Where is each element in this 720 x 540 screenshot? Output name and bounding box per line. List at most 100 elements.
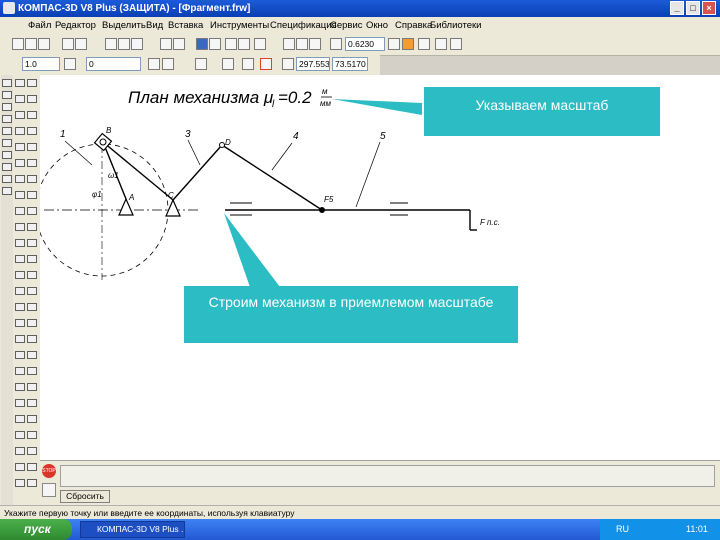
help-icon[interactable]: [254, 38, 266, 50]
print-icon[interactable]: [62, 38, 74, 50]
menu-insert[interactable]: Вставка: [168, 20, 203, 31]
menu-help[interactable]: Справка: [395, 20, 432, 31]
line-icon[interactable]: [27, 79, 37, 87]
open-file-icon[interactable]: [25, 38, 37, 50]
menu-file[interactable]: Файл: [28, 20, 51, 31]
point-icon[interactable]: [15, 79, 25, 87]
language-indicator[interactable]: RU: [616, 524, 629, 534]
select-panel-icon[interactable]: [2, 151, 12, 159]
text-icon[interactable]: [15, 271, 25, 279]
bisector-icon[interactable]: [15, 239, 25, 247]
symbols-panel-icon[interactable]: [2, 103, 12, 111]
aux-line-icon[interactable]: [27, 95, 37, 103]
command-parameters[interactable]: [60, 465, 715, 487]
menu-view[interactable]: Вид: [146, 20, 163, 31]
insert-panel-icon[interactable]: [2, 187, 12, 195]
chamfer-icon[interactable]: [27, 159, 37, 167]
trim-icon[interactable]: [15, 415, 25, 423]
maximize-button[interactable]: □: [686, 1, 700, 15]
stop-button[interactable]: STOP: [42, 464, 56, 478]
grid-icon[interactable]: [195, 58, 207, 70]
polyline-icon[interactable]: [27, 191, 37, 199]
zoom-out-icon[interactable]: [296, 38, 308, 50]
fillet-icon[interactable]: [15, 159, 25, 167]
copy-icon[interactable]: [118, 38, 130, 50]
circle-icon[interactable]: [15, 111, 25, 119]
refresh-icon[interactable]: [435, 38, 447, 50]
wave-line-icon[interactable]: [15, 351, 25, 359]
minimize-button[interactable]: _: [670, 1, 684, 15]
polygon-icon[interactable]: [15, 143, 25, 151]
extend-icon[interactable]: [27, 415, 37, 423]
zoom-scale-input[interactable]: 0.6230: [345, 37, 385, 51]
print-preview-icon[interactable]: [75, 38, 87, 50]
arrow-view-icon[interactable]: [27, 319, 37, 327]
zoom-dropdown-icon[interactable]: [388, 38, 400, 50]
properties-icon[interactable]: [209, 38, 221, 50]
deform-icon[interactable]: [27, 463, 37, 471]
ortho-icon[interactable]: [242, 58, 254, 70]
redo-icon[interactable]: [173, 38, 185, 50]
menu-libraries[interactable]: Библиотеки: [430, 20, 481, 31]
zoom-scale-icon[interactable]: [330, 38, 342, 50]
new-file-icon[interactable]: [12, 38, 24, 50]
copy-objects-icon[interactable]: [15, 463, 25, 471]
parametrization-panel-icon[interactable]: [2, 127, 12, 135]
drawing-canvas[interactable]: План механизма μ l =0.2 м мм 1 3 4 5 B A…: [40, 75, 720, 460]
bezier-icon[interactable]: [15, 207, 25, 215]
help-button-icon[interactable]: [42, 483, 56, 497]
geometry-panel-icon[interactable]: [2, 79, 12, 87]
measure-panel-icon[interactable]: [2, 139, 12, 147]
menu-service[interactable]: Сервис: [330, 20, 363, 31]
break-line-icon[interactable]: [27, 351, 37, 359]
scale-icon[interactable]: [15, 447, 25, 455]
table-icon[interactable]: [27, 271, 37, 279]
cut-icon[interactable]: [105, 38, 117, 50]
move-icon[interactable]: [15, 431, 25, 439]
start-button[interactable]: пуск: [0, 519, 72, 540]
ellipse-icon[interactable]: [15, 127, 25, 135]
diameter-dim-icon[interactable]: [27, 383, 37, 391]
zoom-in-icon[interactable]: [283, 38, 295, 50]
menu-edit[interactable]: Редактор: [55, 20, 96, 31]
angular-dim-icon[interactable]: [27, 367, 37, 375]
contour-icon[interactable]: [27, 175, 37, 183]
hatch-icon[interactable]: [15, 175, 25, 183]
reports-panel-icon[interactable]: [2, 175, 12, 183]
leader-icon[interactable]: [15, 287, 25, 295]
variables-icon[interactable]: [225, 38, 237, 50]
macro-icon[interactable]: [27, 255, 37, 263]
close-button[interactable]: ×: [702, 1, 716, 15]
reset-button[interactable]: Сбросить: [60, 490, 110, 503]
segment-icon[interactable]: [15, 95, 25, 103]
tangent-icon[interactable]: [15, 223, 25, 231]
tolerance-icon[interactable]: [27, 303, 37, 311]
paste-icon[interactable]: [131, 38, 143, 50]
dimensions-panel-icon[interactable]: [2, 91, 12, 99]
save-icon[interactable]: [38, 38, 50, 50]
arc-dim-icon[interactable]: [15, 399, 25, 407]
snap-icon[interactable]: [260, 58, 272, 70]
taskbar-task-kompas[interactable]: КОМПАС-3D V8 Plus ...: [80, 521, 185, 538]
height-mark-icon[interactable]: [27, 399, 37, 407]
cut-line-icon[interactable]: [15, 319, 25, 327]
arc-icon[interactable]: [27, 111, 37, 119]
collect-contour-icon[interactable]: [15, 255, 25, 263]
library-icon[interactable]: [238, 38, 250, 50]
layers-icon[interactable]: [450, 38, 462, 50]
break-icon[interactable]: [27, 479, 37, 487]
linear-dim-icon[interactable]: [15, 367, 25, 375]
radial-dim-icon[interactable]: [15, 383, 25, 391]
base-icon[interactable]: [15, 303, 25, 311]
nurbs-icon[interactable]: [27, 207, 37, 215]
equidistant-icon[interactable]: [15, 191, 25, 199]
roughness-icon[interactable]: [27, 287, 37, 295]
pan-icon[interactable]: [402, 38, 414, 50]
rectangle-icon[interactable]: [27, 127, 37, 135]
layer-select[interactable]: 0: [86, 57, 141, 71]
edit-panel-icon[interactable]: [2, 115, 12, 123]
layer-icon[interactable]: [64, 58, 76, 70]
mirror-icon[interactable]: [27, 447, 37, 455]
parallel-icon[interactable]: [27, 239, 37, 247]
zoom-window-icon[interactable]: [309, 38, 321, 50]
